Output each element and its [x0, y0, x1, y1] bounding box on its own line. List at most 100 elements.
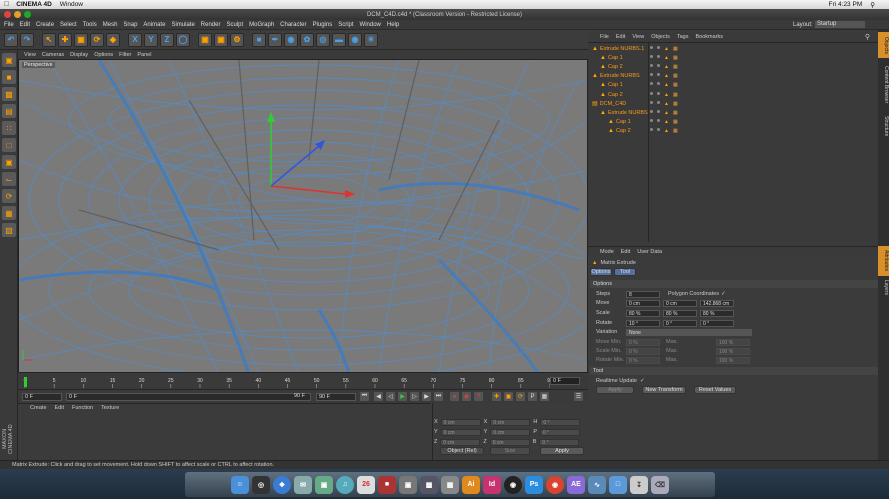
indesign-icon[interactable]: Id	[483, 475, 501, 494]
window-menu[interactable]: Window	[60, 1, 83, 8]
object-visibility-toggles[interactable]: ▲ ▦	[650, 54, 678, 61]
chrome-icon[interactable]: ◉	[546, 475, 564, 494]
menu-render[interactable]: Render	[201, 22, 221, 28]
key-scale-icon[interactable]: ▣	[504, 392, 513, 401]
menu-create[interactable]: Create	[36, 22, 54, 28]
size-mode-select[interactable]: Size	[490, 447, 530, 455]
menu-animate[interactable]: Animate	[143, 22, 165, 28]
coordinate-mode-select[interactable]: Object (Rel)	[440, 447, 484, 455]
rotate-min-field[interactable]: 0 %	[626, 356, 660, 364]
timeline-ruler[interactable]: 051015202530354045505560657075808590	[20, 376, 550, 388]
material-menu-create[interactable]: Create	[30, 405, 47, 411]
object-name[interactable]: Cap 1	[608, 55, 623, 61]
autokey-icon[interactable]: ◉	[462, 392, 471, 401]
aftereffects-icon[interactable]: AE	[567, 475, 585, 494]
z-axis-icon[interactable]: Z	[160, 32, 174, 47]
render-view-icon[interactable]: ▣	[198, 32, 212, 47]
object-visibility-toggles[interactable]: ▲ ▦	[650, 82, 678, 88]
app-icon[interactable]: ■	[378, 475, 396, 494]
object-row[interactable]: ▲ Extrude NURBS.1 ▲ ▦	[590, 44, 876, 53]
scale-max-field[interactable]: 100 %	[716, 347, 750, 355]
folder-icon[interactable]: □	[609, 475, 627, 494]
model-mode-icon[interactable]: ■	[2, 70, 16, 84]
start-frame-field[interactable]: 0 F	[22, 393, 62, 401]
attr-menu-user-data[interactable]: User Data	[637, 249, 662, 255]
object-visibility-toggles[interactable]: ▲ ▦	[650, 128, 678, 134]
move-y-field[interactable]: 0 cm	[663, 299, 697, 307]
subdivision-surface-icon[interactable]: ◉	[284, 32, 298, 47]
app2-icon[interactable]: ▩	[420, 475, 438, 494]
material-menu-edit[interactable]: Edit	[55, 405, 64, 411]
object-name[interactable]: Cap 2	[616, 128, 631, 134]
snap-icon[interactable]: ▦	[2, 206, 16, 220]
undo-icon[interactable]: ↶	[4, 32, 18, 47]
tab-attributes[interactable]: Attributes	[878, 246, 889, 276]
redo-icon[interactable]: ↷	[20, 32, 34, 47]
attr-menu-mode[interactable]: Mode	[600, 249, 614, 255]
menu-sculpt[interactable]: Sculpt	[226, 22, 243, 28]
edges-mode-icon[interactable]: □	[2, 138, 16, 152]
go-to-start-icon[interactable]: ⏮	[360, 392, 369, 401]
object-name[interactable]: Extrude NURBS	[600, 73, 640, 79]
dashboard-icon[interactable]: ◎	[252, 475, 270, 494]
object-search-icon[interactable]: ⚲	[865, 33, 870, 41]
zoom-window-button[interactable]	[24, 11, 31, 18]
coordinate-system-icon[interactable]: ◯	[176, 32, 190, 47]
rotation-b-field[interactable]: 0 °	[539, 438, 580, 446]
end-frame-field[interactable]: 90 F	[316, 393, 356, 401]
floor-icon[interactable]: ▬	[332, 32, 346, 47]
steps-field[interactable]: 8	[626, 290, 660, 298]
deformer-icon[interactable]: ◎	[316, 32, 330, 47]
y-axis-icon[interactable]: Y	[144, 32, 158, 47]
object-name[interactable]: Cap 1	[608, 82, 623, 88]
object-menu-file[interactable]: File	[600, 34, 609, 40]
rotate-p-field[interactable]: 0 °	[663, 319, 697, 327]
object-name[interactable]: DCM_C4D	[600, 101, 627, 107]
apply-button[interactable]: Apply	[596, 386, 634, 394]
size-y-field[interactable]: 0 cm	[490, 428, 531, 436]
material-menu-texture[interactable]: Texture	[101, 405, 119, 411]
position-y-field[interactable]: 0 cm	[440, 428, 481, 436]
rotate-b-field[interactable]: 0 °	[700, 319, 734, 327]
trash-icon[interactable]: ⌫	[651, 475, 669, 494]
key-rotation-icon[interactable]: ⟳	[516, 392, 525, 401]
cube-icon[interactable]: ■	[252, 32, 266, 47]
viewport-menu-panel[interactable]: Panel	[137, 52, 151, 58]
object-row[interactable]: ▲ Cap 2 ▲ ▦	[590, 90, 876, 99]
tab-tool[interactable]: Tool	[614, 268, 636, 276]
previous-frame-icon[interactable]: ◁	[386, 392, 395, 401]
rotate-icon[interactable]: ⟳	[90, 32, 104, 47]
material-menu-function[interactable]: Function	[72, 405, 93, 411]
object-visibility-toggles[interactable]: ▲ ▦	[650, 119, 678, 125]
photoshop-icon[interactable]: Ps	[525, 475, 543, 494]
tab-content-browser[interactable]: Content Browser	[878, 60, 889, 110]
app3-icon[interactable]: ▦	[441, 475, 459, 494]
close-window-button[interactable]	[4, 11, 11, 18]
object-row[interactable]: ▤ DCM_C4D ▲ ▦	[590, 99, 876, 108]
menu-window[interactable]: Window	[360, 22, 381, 28]
live-selection-icon[interactable]: ↖	[42, 32, 56, 47]
object-row[interactable]: ▲ Cap 1 ▲ ▦	[590, 53, 876, 62]
move-x-field[interactable]: 0 cm	[626, 299, 660, 307]
illustrator-icon[interactable]: Ai	[462, 475, 480, 494]
texture-mode-icon[interactable]: ▩	[2, 87, 16, 101]
scale-min-field[interactable]: 0 %	[626, 347, 660, 355]
menu-file[interactable]: File	[4, 22, 14, 28]
menu-plugins[interactable]: Plugins	[313, 22, 333, 28]
scale-z-field[interactable]: 80 %	[700, 309, 734, 317]
viewport-menu-display[interactable]: Display	[70, 52, 88, 58]
reset-values-button[interactable]: Reset Values	[694, 386, 736, 394]
move-min-field[interactable]: 0 %	[626, 338, 660, 346]
viewport-menu-view[interactable]: View	[24, 52, 36, 58]
recent-tool-icon[interactable]: ◆	[106, 32, 120, 47]
realtime-update-checkbox[interactable]: ✓	[640, 378, 645, 384]
coordinates-apply-button[interactable]: Apply	[540, 447, 584, 455]
polygons-mode-icon[interactable]: ▣	[2, 155, 16, 169]
object-row[interactable]: ▲ Cap 2 ▲ ▦	[590, 62, 876, 71]
new-transform-button[interactable]: New Transform	[642, 386, 686, 394]
key-position-icon[interactable]: ✚	[492, 392, 501, 401]
perspective-viewport[interactable]: Perspective	[18, 59, 588, 373]
object-menu-objects[interactable]: Objects	[651, 34, 670, 40]
previous-key-icon[interactable]: ◀	[374, 392, 383, 401]
calendar-icon[interactable]: 26	[357, 475, 375, 494]
